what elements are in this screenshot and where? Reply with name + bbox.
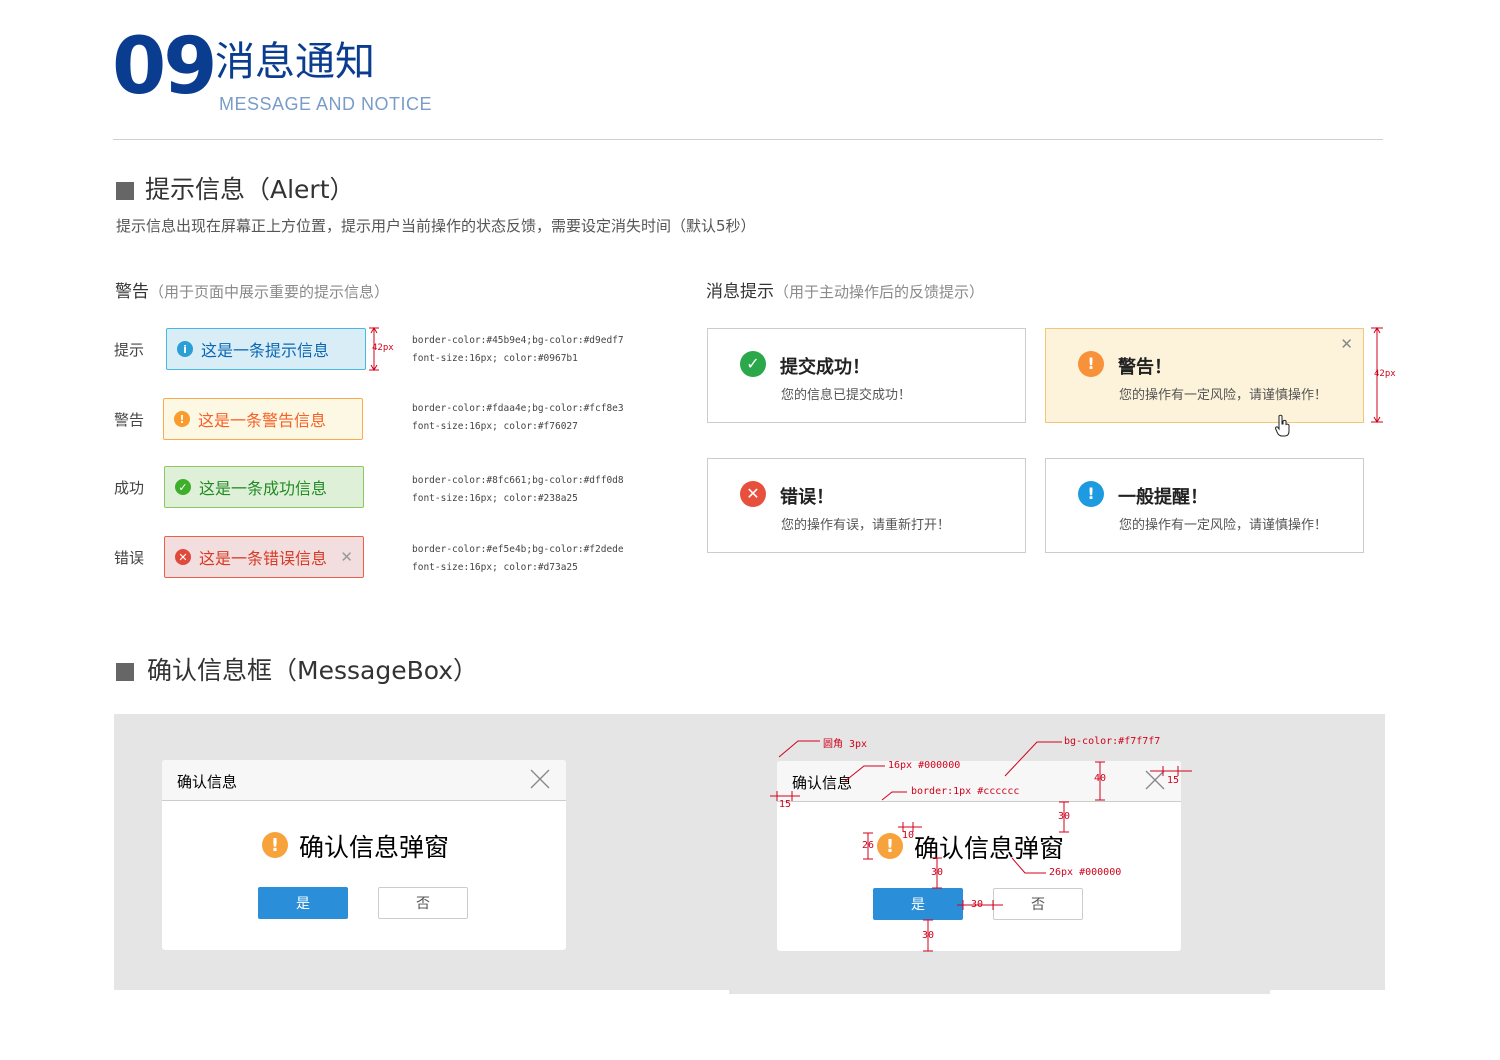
button-gap-annotation: 30 <box>971 899 984 910</box>
bottom-spacing-annotation: 30 <box>922 930 935 941</box>
header-height-annotation: 40 <box>1094 773 1107 784</box>
message-spacing-annotation: 30 <box>931 867 944 878</box>
title-font-annotation: 16px #000000 <box>888 760 961 771</box>
right-padding-annotation: 15 <box>1167 775 1180 786</box>
icon-size-annotation: 26 <box>862 840 875 851</box>
border-annotation: border:1px #cccccc <box>911 786 1020 797</box>
top-spacing-annotation: 30 <box>1058 811 1071 822</box>
bg-color-annotation: bg-color:#f7f7f7 <box>1064 736 1161 747</box>
message-font-annotation: 26px #000000 <box>1049 867 1122 878</box>
icon-gap-annotation: 10 <box>902 830 915 841</box>
left-padding-annotation: 15 <box>779 799 792 810</box>
spec-annotation-lines <box>770 740 1192 952</box>
radius-annotation: 圆角 3px <box>823 739 868 750</box>
